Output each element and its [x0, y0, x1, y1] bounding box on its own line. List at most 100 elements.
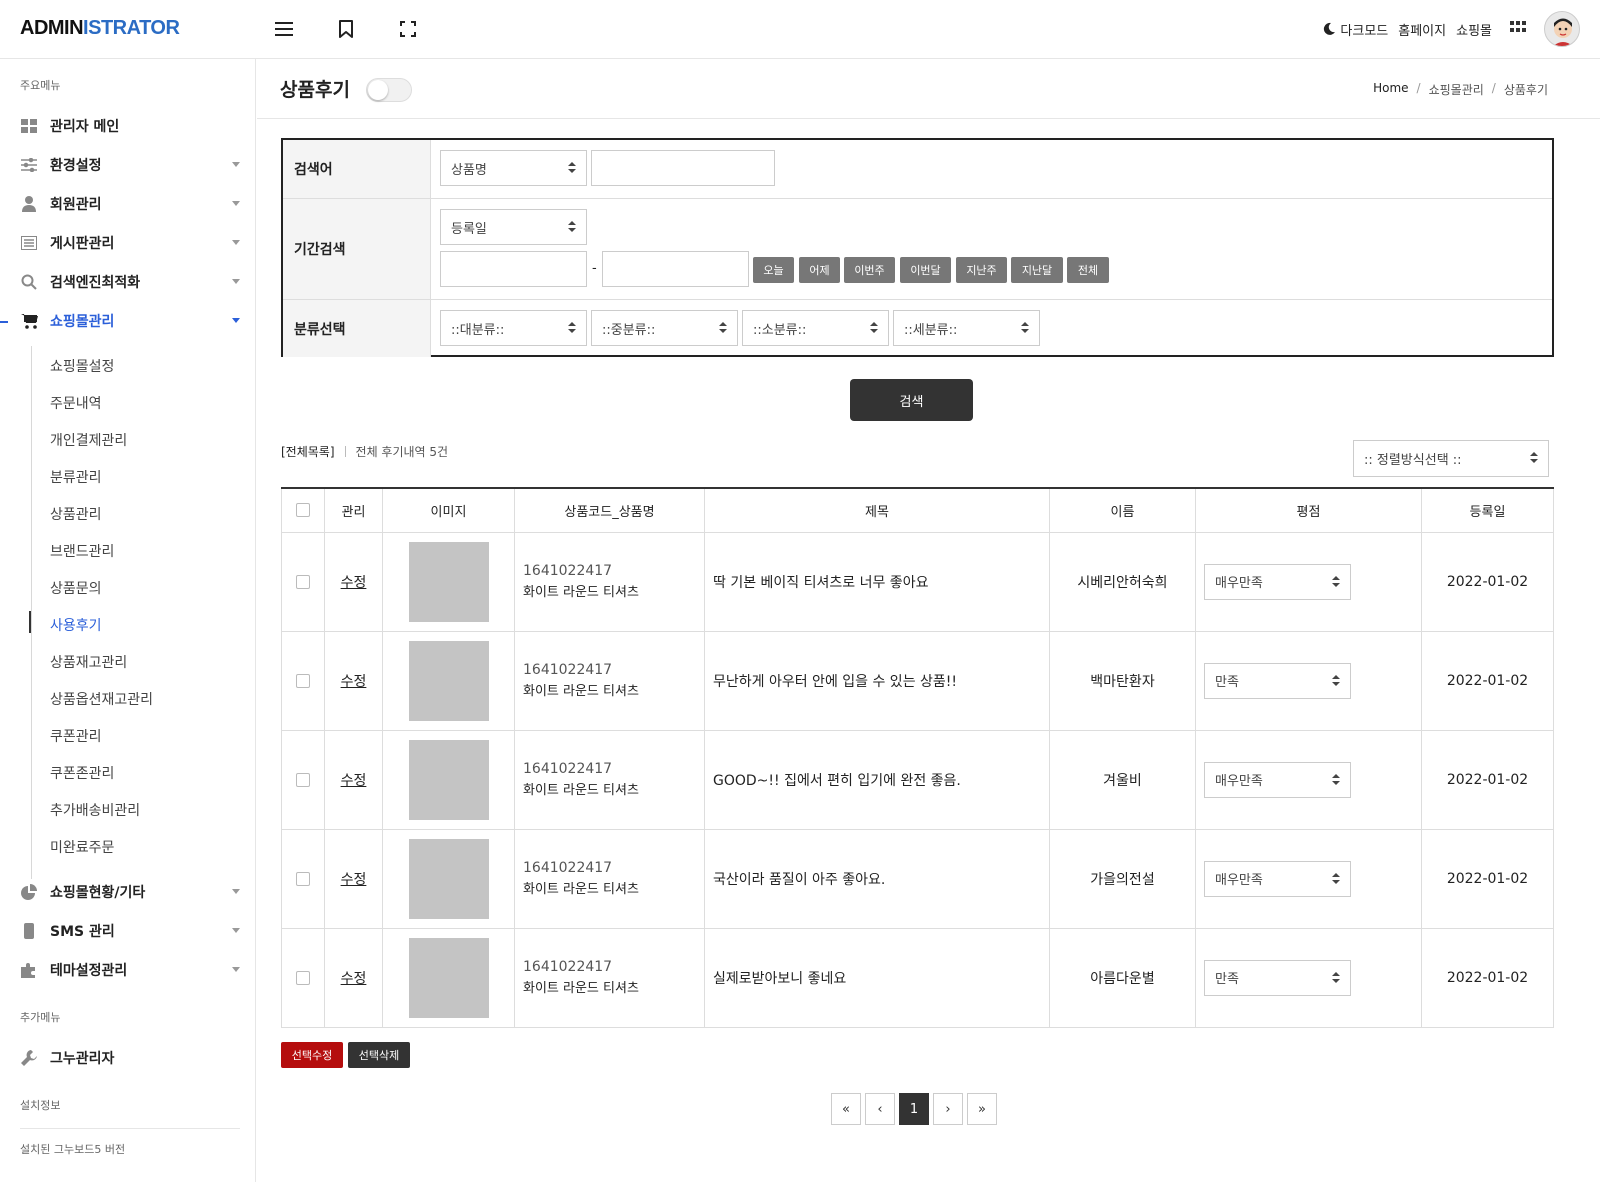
page-toggle-switch[interactable]: [366, 78, 412, 102]
sub-item-shop-settings[interactable]: 쇼핑몰설정: [50, 356, 114, 376]
rating-select[interactable]: 매우만족: [1204, 860, 1351, 897]
sidebar-item-sms[interactable]: SMS 관리: [20, 917, 240, 945]
row-checkbox[interactable]: [296, 772, 310, 787]
row-checkbox[interactable]: [296, 970, 310, 985]
product-thumbnail[interactable]: [408, 640, 489, 721]
rating-select[interactable]: 만족: [1204, 662, 1351, 699]
sort-select[interactable]: :: 정렬방식선택 ::: [1353, 440, 1549, 477]
shop-link[interactable]: 쇼핑몰: [1456, 20, 1492, 39]
select-arrows-icon: [1021, 322, 1029, 334]
product-name[interactable]: 화이트 라운드 티셔츠: [515, 978, 704, 1000]
edit-link[interactable]: 수정: [324, 828, 383, 929]
review-subject[interactable]: 딱 기본 베이직 티셔츠로 너무 좋아요: [704, 531, 1050, 632]
sub-item-option-stock[interactable]: 상품옵션재고관리: [50, 689, 153, 709]
menu-icon[interactable]: [273, 18, 295, 40]
category-large-select[interactable]: ::대분류::: [440, 310, 587, 346]
sub-item-categories[interactable]: 분류관리: [50, 467, 102, 487]
product-thumbnail[interactable]: [408, 937, 489, 1018]
product-thumbnail[interactable]: [408, 739, 489, 820]
sub-item-personal-payment[interactable]: 개인결제관리: [50, 430, 127, 450]
period-start-input[interactable]: [440, 251, 587, 287]
review-subject[interactable]: 국산이라 품질이 아주 좋아요.: [704, 828, 1050, 929]
sub-item-product-qna[interactable]: 상품문의: [50, 578, 102, 598]
product-name[interactable]: 화이트 라운드 티셔츠: [515, 879, 704, 901]
sidebar-item-gnu-admin[interactable]: 그누관리자: [20, 1044, 240, 1072]
breadcrumb-home[interactable]: Home: [1373, 81, 1408, 98]
darkmode-toggle[interactable]: 다크모드: [1322, 20, 1388, 39]
period-field-select[interactable]: 등록일: [440, 209, 587, 245]
row-checkbox[interactable]: [296, 673, 310, 688]
product-thumbnail[interactable]: [408, 838, 489, 919]
row-checkbox[interactable]: [296, 871, 310, 886]
review-subject[interactable]: 무난하게 아우터 안에 입을 수 있는 상품!!: [704, 630, 1050, 731]
sub-item-orders[interactable]: 주문내역: [50, 393, 102, 413]
bulk-delete-button[interactable]: 선택삭제: [348, 1042, 410, 1068]
avatar[interactable]: [1544, 11, 1580, 47]
rating-select[interactable]: 매우만족: [1204, 761, 1351, 798]
category-medium-select[interactable]: ::중분류::: [591, 310, 738, 346]
edit-link[interactable]: 수정: [324, 630, 383, 731]
fullscreen-icon[interactable]: [397, 18, 419, 40]
sub-item-stock[interactable]: 상품재고관리: [50, 652, 127, 672]
edit-link[interactable]: 수정: [324, 729, 383, 830]
row-checkbox[interactable]: [296, 574, 310, 589]
period-end-input[interactable]: [602, 251, 749, 287]
category-detail-select[interactable]: ::세분류::: [893, 310, 1040, 346]
rating-cell: 매우만족: [1195, 828, 1422, 929]
sidebar-item-shop[interactable]: 쇼핑몰관리: [20, 307, 240, 335]
all-list-link[interactable]: [전체목록]: [281, 443, 335, 460]
keyword-field-select[interactable]: 상품명: [440, 150, 587, 186]
sidebar-item-shop-stats[interactable]: 쇼핑몰현황/기타: [20, 878, 240, 906]
apps-grid-icon[interactable]: [1510, 21, 1526, 37]
sidebar-item-seo[interactable]: 검색엔진최적화: [20, 268, 240, 296]
product-name[interactable]: 화이트 라운드 티셔츠: [515, 681, 704, 703]
page-current[interactable]: 1: [899, 1093, 929, 1125]
review-subject[interactable]: 실제로받아보니 좋네요: [704, 927, 1050, 1028]
select-all-checkbox[interactable]: [296, 503, 310, 518]
sidebar-item-members[interactable]: 회원관리: [20, 190, 240, 218]
sub-item-incomplete-orders[interactable]: 미완료주문: [50, 837, 114, 857]
sidebar-item-boards[interactable]: 게시판관리: [20, 229, 240, 257]
sub-item-coupon-zone[interactable]: 쿠폰존관리: [50, 763, 114, 783]
sub-item-products[interactable]: 상품관리: [50, 504, 102, 524]
column-header-image: 이미지: [382, 488, 515, 533]
edit-link[interactable]: 수정: [324, 927, 383, 1028]
period-today-button[interactable]: 오늘: [753, 257, 794, 283]
period-yesterday-button[interactable]: 어제: [799, 257, 840, 283]
bookmark-icon[interactable]: [335, 18, 357, 40]
page-last-button[interactable]: »: [967, 1093, 997, 1125]
product-name[interactable]: 화이트 라운드 티셔츠: [515, 582, 704, 604]
category-small-select[interactable]: ::소분류::: [742, 310, 889, 346]
period-last-month-button[interactable]: 지난달: [1011, 257, 1063, 283]
rating-select[interactable]: 만족: [1204, 959, 1351, 996]
rating-select[interactable]: 매우만족: [1204, 563, 1351, 600]
sub-item-brands[interactable]: 브랜드관리: [50, 541, 114, 561]
product-thumbnail[interactable]: [408, 541, 489, 622]
page-prev-button[interactable]: ‹: [865, 1093, 895, 1125]
review-subject[interactable]: GOOD~!! 집에서 편히 입기에 완전 좋음.: [704, 729, 1050, 830]
edit-link[interactable]: 수정: [324, 531, 383, 632]
sidebar-item-admin-main[interactable]: 관리자 메인: [20, 112, 240, 140]
sidebar-item-settings[interactable]: 환경설정: [20, 151, 240, 179]
sidebar-item-label: 쇼핑몰관리: [50, 314, 115, 330]
sub-item-reviews[interactable]: 사용후기: [50, 615, 102, 635]
sidebar-item-theme[interactable]: 테마설정관리: [20, 956, 240, 984]
sub-item-coupons[interactable]: 쿠폰관리: [50, 726, 102, 746]
period-all-button[interactable]: 전체: [1067, 257, 1109, 283]
sub-item-extra-shipping[interactable]: 추가배송비관리: [50, 800, 140, 820]
chevron-down-icon: [232, 162, 240, 167]
bulk-edit-button[interactable]: 선택수정: [281, 1042, 343, 1068]
period-last-week-button[interactable]: 지난주: [956, 257, 1007, 283]
page-next-button[interactable]: ›: [933, 1093, 963, 1125]
search-button[interactable]: 검색: [850, 379, 973, 421]
period-this-month-button[interactable]: 이번달: [900, 257, 951, 283]
keyword-input[interactable]: [591, 150, 775, 186]
brand-logo[interactable]: ADMINISTRATOR: [20, 17, 180, 40]
sidebar-item-label: 관리자 메인: [50, 119, 120, 135]
homepage-link[interactable]: 홈페이지: [1398, 20, 1446, 39]
product-name[interactable]: 화이트 라운드 티셔츠: [515, 780, 704, 802]
review-count: 전체 후기내역 5건: [355, 445, 449, 459]
breadcrumb-shop[interactable]: 쇼핑몰관리: [1429, 81, 1484, 98]
page-first-button[interactable]: «: [831, 1093, 861, 1125]
period-this-week-button[interactable]: 이번주: [844, 257, 895, 283]
